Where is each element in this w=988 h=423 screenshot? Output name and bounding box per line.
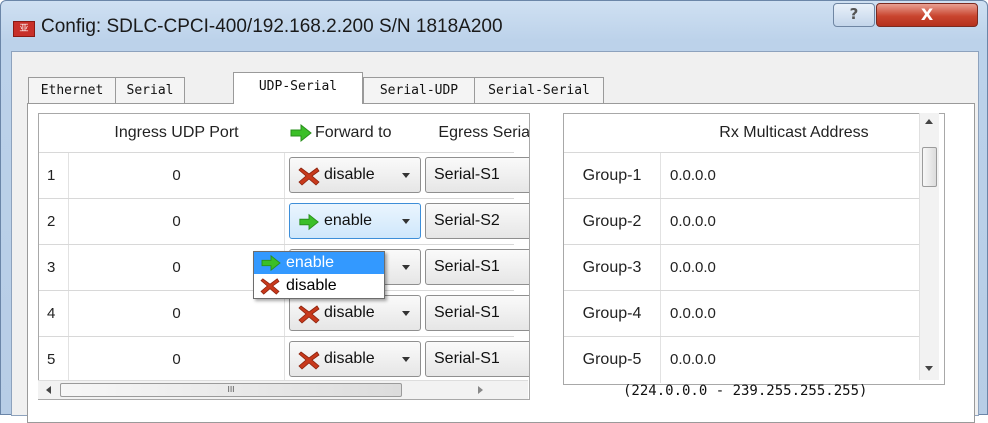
egress-serial-select[interactable]: Serial-S1: [425, 249, 529, 285]
egress-serial-select[interactable]: Serial-S2: [425, 203, 529, 239]
tab-serial-udp[interactable]: Serial-UDP: [363, 77, 475, 103]
row-number: 3: [39, 245, 69, 291]
multicast-grid: Rx Multicast Address Group-1 0.0.0.0 Gro…: [563, 113, 945, 385]
tab-udp-serial[interactable]: UDP-Serial: [233, 72, 363, 104]
header-rx-multicast-address[interactable]: Rx Multicast Address: [664, 114, 924, 152]
red-x-icon: [260, 278, 280, 295]
egress-serial-value: Serial-S1: [434, 350, 500, 367]
egress-serial-select[interactable]: Serial-S1: [425, 341, 529, 377]
ingress-port-cell[interactable]: 0: [69, 153, 285, 199]
group-name: Group-2: [564, 199, 661, 245]
red-x-icon: [298, 305, 320, 324]
multicast-address-cell[interactable]: 0.0.0.0: [670, 291, 716, 337]
scroll-down-icon[interactable]: [925, 366, 933, 371]
dropdown-option-disable[interactable]: disable: [254, 275, 384, 297]
group-name: Group-5: [564, 337, 661, 383]
chevron-down-icon: [402, 311, 410, 316]
egress-serial-value: Serial-S1: [434, 166, 500, 183]
egress-serial-value: Serial-S1: [434, 258, 500, 275]
table-row[interactable]: Group-1 0.0.0.0: [564, 152, 926, 199]
multicast-address-cell[interactable]: 0.0.0.0: [670, 199, 716, 245]
scroll-thumb[interactable]: III: [60, 383, 402, 397]
forward-select[interactable]: disable: [289, 157, 421, 193]
title-bar[interactable]: 亚 Config: SDLC-CPCI-400/192.168.2.200 S/…: [1, 1, 987, 51]
close-button[interactable]: X: [876, 3, 978, 27]
table-row[interactable]: 5 0 disable Serial-S1: [39, 336, 529, 383]
tab-ethernet[interactable]: Ethernet: [28, 77, 116, 103]
forward-select[interactable]: disable: [289, 295, 421, 331]
forward-select-value: enable: [324, 212, 373, 229]
row-number: 5: [39, 337, 69, 383]
egress-serial-value: Serial-S1: [434, 304, 500, 321]
scroll-left-icon[interactable]: [46, 386, 51, 394]
chevron-down-icon: [402, 265, 410, 270]
group-name: Group-4: [564, 291, 661, 337]
forward-select[interactable]: disable: [289, 341, 421, 377]
app-icon: 亚: [13, 21, 35, 37]
multicast-address-cell[interactable]: 0.0.0.0: [670, 153, 716, 199]
multicast-range-note: (224.0.0.0 - 239.255.255.255): [623, 383, 868, 399]
forward-select-value: disable: [324, 350, 375, 367]
forward-dropdown-list[interactable]: enable disable: [253, 251, 385, 299]
multicast-address-cell[interactable]: 0.0.0.0: [670, 337, 716, 383]
scroll-thumb[interactable]: [922, 147, 937, 187]
forward-select-value: disable: [324, 166, 375, 183]
green-arrow-icon: [290, 123, 312, 143]
multicast-address-cell[interactable]: 0.0.0.0: [670, 245, 716, 291]
header-egress-serial[interactable]: Egress Serial: [423, 114, 529, 152]
row-number: 1: [39, 153, 69, 199]
table-row[interactable]: Group-4 0.0.0.0: [564, 290, 926, 337]
table-row[interactable]: Group-3 0.0.0.0: [564, 244, 926, 291]
egress-serial-select[interactable]: Serial-S1: [425, 157, 529, 193]
green-arrow-icon: [261, 254, 281, 272]
table-row[interactable]: Group-2 0.0.0.0: [564, 198, 926, 245]
dropdown-option-label: disable: [286, 277, 337, 294]
red-x-icon: [298, 351, 320, 370]
header-ingress-udp-port[interactable]: Ingress UDP Port: [69, 114, 284, 152]
egress-serial-value: Serial-S2: [434, 212, 500, 229]
forward-select[interactable]: enable: [289, 203, 421, 239]
dropdown-option-label: enable: [286, 254, 335, 271]
dropdown-option-enable[interactable]: enable: [254, 252, 384, 274]
ingress-port-cell[interactable]: 0: [69, 199, 285, 245]
table-row[interactable]: 2 0 enable Serial-S2: [39, 198, 529, 245]
forward-select-value: disable: [324, 304, 375, 321]
scroll-up-icon[interactable]: [925, 119, 933, 124]
vertical-scrollbar[interactable]: [919, 113, 939, 380]
tab-serial-serial[interactable]: Serial-Serial: [474, 77, 604, 103]
chevron-down-icon: [402, 357, 410, 362]
table-row[interactable]: Group-5 0.0.0.0: [564, 336, 926, 383]
row-number: 2: [39, 199, 69, 245]
group-name: Group-3: [564, 245, 661, 291]
group-name: Group-1: [564, 153, 661, 199]
chevron-down-icon: [402, 173, 410, 178]
header-forward-to[interactable]: Forward to: [287, 114, 423, 152]
window-title: Config: SDLC-CPCI-400/192.168.2.200 S/N …: [41, 16, 503, 37]
row-number: 4: [39, 291, 69, 337]
table-row[interactable]: 1 0 disable Serial-S1: [39, 152, 529, 199]
horizontal-scrollbar[interactable]: III: [38, 380, 528, 399]
red-x-icon: [298, 167, 320, 186]
chevron-down-icon: [402, 219, 410, 224]
ingress-port-cell[interactable]: 0: [69, 337, 285, 383]
header-forward-to-label: Forward to: [315, 124, 392, 141]
scroll-right-icon[interactable]: [478, 386, 483, 394]
green-arrow-icon: [299, 213, 319, 231]
help-button[interactable]: ?: [833, 3, 875, 27]
tab-serial[interactable]: Serial: [115, 77, 185, 103]
egress-serial-select[interactable]: Serial-S1: [425, 295, 529, 331]
